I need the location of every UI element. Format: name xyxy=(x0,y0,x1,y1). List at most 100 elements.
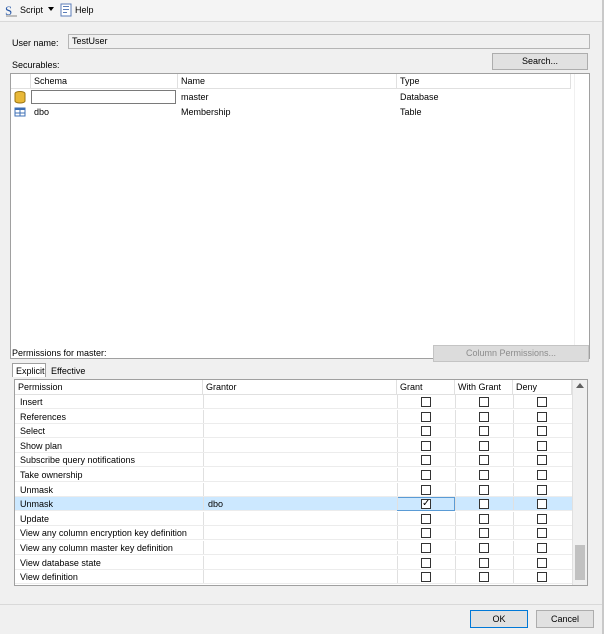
permission-row[interactable]: View definition xyxy=(15,570,572,585)
column-divider xyxy=(455,555,456,569)
ok-button[interactable]: OK xyxy=(470,610,528,628)
grant-checkbox[interactable] xyxy=(421,426,431,437)
perm-header-grant[interactable]: Grant xyxy=(397,380,455,395)
with-grant-checkbox[interactable] xyxy=(479,484,489,495)
permission-row[interactable]: Unmask dbo xyxy=(15,497,572,512)
deny-checkbox[interactable] xyxy=(537,426,547,437)
perm-header-permission[interactable]: Permission xyxy=(15,380,203,395)
with-grant-checkbox[interactable] xyxy=(479,426,489,437)
with-grant-checkbox[interactable] xyxy=(479,513,489,524)
securable-schema: dbo xyxy=(34,107,50,117)
deny-checkbox[interactable] xyxy=(537,499,547,510)
column-divider xyxy=(203,555,204,569)
with-grant-checkbox[interactable] xyxy=(479,557,489,568)
with-grant-checkbox[interactable] xyxy=(479,499,489,510)
with-grant-checkbox[interactable] xyxy=(479,470,489,480)
grant-checkbox[interactable] xyxy=(421,513,431,524)
deny-checkbox[interactable] xyxy=(537,484,547,495)
permission-row[interactable]: View any column encryption key definitio… xyxy=(15,526,572,541)
grant-checkbox[interactable] xyxy=(421,528,431,539)
securables-grid: Schema Name Type master Database dbo Mem… xyxy=(10,73,590,359)
deny-checkbox[interactable] xyxy=(537,470,547,480)
permission-row[interactable]: View database state xyxy=(15,555,572,570)
column-divider xyxy=(397,526,398,540)
securables-header-type[interactable]: Type xyxy=(397,74,571,89)
deny-checkbox[interactable] xyxy=(537,543,547,553)
column-divider xyxy=(397,541,398,554)
grant-checkbox[interactable] xyxy=(421,411,431,422)
grant-checkbox[interactable] xyxy=(421,557,431,568)
permission-row[interactable]: Insert xyxy=(15,395,572,409)
securables-header-schema[interactable]: Schema xyxy=(31,74,178,89)
tab-effective[interactable]: Effective xyxy=(48,364,88,378)
cancel-button[interactable]: Cancel xyxy=(536,610,594,628)
with-grant-checkbox[interactable] xyxy=(479,397,489,407)
script-button[interactable]: S Script xyxy=(4,2,43,18)
permission-row[interactable]: Subscribe query notifications xyxy=(15,453,572,468)
grant-checkbox[interactable] xyxy=(421,455,431,466)
column-divider xyxy=(397,395,398,408)
grant-checkbox[interactable] xyxy=(421,440,431,451)
deny-checkbox[interactable] xyxy=(537,411,547,422)
perm-header-with-grant[interactable]: With Grant xyxy=(455,380,513,395)
with-grant-checkbox[interactable] xyxy=(479,572,489,583)
permission-grantor xyxy=(205,526,395,540)
help-button[interactable]: Help xyxy=(60,2,94,18)
grant-checkbox[interactable] xyxy=(421,470,431,480)
deny-checkbox[interactable] xyxy=(537,557,547,568)
permission-name: Show plan xyxy=(20,440,63,451)
column-divider xyxy=(513,541,514,554)
securables-header-name[interactable]: Name xyxy=(178,74,397,89)
permission-grantor xyxy=(205,541,395,555)
scroll-thumb[interactable] xyxy=(575,545,585,580)
column-divider xyxy=(455,468,456,481)
with-grant-checkbox[interactable] xyxy=(479,528,489,539)
column-divider xyxy=(513,424,514,438)
deny-checkbox[interactable] xyxy=(537,572,547,583)
deny-checkbox[interactable] xyxy=(537,528,547,539)
dialog-button-bar: OK Cancel xyxy=(0,604,602,634)
search-button[interactable]: Search... xyxy=(492,53,588,70)
deny-checkbox[interactable] xyxy=(537,455,547,466)
tab-explicit[interactable]: Explicit xyxy=(12,363,46,377)
toolbar: S Script Help xyxy=(0,0,604,22)
grant-checkbox[interactable] xyxy=(421,543,431,553)
permission-grantor xyxy=(205,556,395,570)
grant-checkbox[interactable] xyxy=(421,397,431,407)
script-dropdown-icon[interactable] xyxy=(48,7,54,11)
scroll-up-icon[interactable] xyxy=(576,383,584,388)
user-name-field[interactable]: TestUser xyxy=(68,34,590,49)
grant-checkbox[interactable] xyxy=(421,484,431,495)
securable-row[interactable]: master Database xyxy=(11,90,571,104)
column-divider xyxy=(455,424,456,438)
column-divider xyxy=(203,526,204,540)
securable-row[interactable]: dbo Membership Table xyxy=(11,105,571,119)
column-divider xyxy=(397,511,398,525)
database-icon xyxy=(14,91,26,104)
with-grant-checkbox[interactable] xyxy=(479,440,489,451)
help-label: Help xyxy=(75,5,94,15)
permission-row[interactable]: Show plan xyxy=(15,438,572,453)
with-grant-checkbox[interactable] xyxy=(479,455,489,466)
with-grant-checkbox[interactable] xyxy=(479,411,489,422)
deny-checkbox[interactable] xyxy=(537,513,547,524)
with-grant-checkbox[interactable] xyxy=(479,543,489,553)
permission-row[interactable]: View any column master key definition xyxy=(15,541,572,555)
permissions-scrollbar[interactable] xyxy=(572,380,587,585)
column-divider xyxy=(513,482,514,496)
grant-checkbox[interactable] xyxy=(421,572,431,583)
permission-row[interactable]: Unmask xyxy=(15,482,572,497)
perm-header-deny[interactable]: Deny xyxy=(513,380,572,395)
column-divider xyxy=(203,409,204,423)
permission-row[interactable]: Select xyxy=(15,424,572,439)
permission-row[interactable]: Update xyxy=(15,511,572,526)
deny-checkbox[interactable] xyxy=(537,440,547,451)
permission-row[interactable]: Take ownership xyxy=(15,468,572,482)
perm-header-grantor[interactable]: Grantor xyxy=(203,380,397,395)
permission-grantor xyxy=(205,570,395,584)
securables-label: Securables: xyxy=(12,60,60,70)
permission-row[interactable]: References xyxy=(15,409,572,424)
deny-checkbox[interactable] xyxy=(537,397,547,407)
column-permissions-button[interactable]: Column Permissions... xyxy=(433,345,589,362)
securables-header-icon xyxy=(11,74,31,89)
